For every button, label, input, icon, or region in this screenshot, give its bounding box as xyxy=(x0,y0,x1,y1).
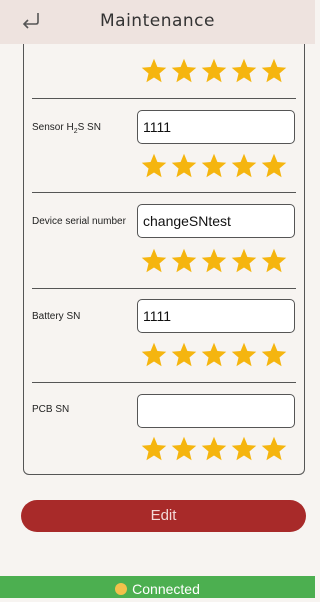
page-title: Maintenance xyxy=(100,11,215,31)
rating-stars[interactable] xyxy=(140,152,288,180)
star-icon[interactable] xyxy=(140,435,168,463)
sensor-h2s-sn-input[interactable]: 1111 xyxy=(137,110,295,144)
battery-sn-label: Battery SN xyxy=(32,311,81,322)
smiley-icon xyxy=(115,583,128,595)
star-icon[interactable] xyxy=(230,247,258,275)
device-serial-number-input[interactable]: changeSNtest xyxy=(137,204,295,238)
star-icon[interactable] xyxy=(260,152,288,180)
star-icon[interactable] xyxy=(200,152,228,180)
divider xyxy=(32,288,296,289)
star-icon[interactable] xyxy=(230,341,258,369)
star-icon[interactable] xyxy=(200,341,228,369)
star-icon[interactable] xyxy=(170,341,198,369)
header-bar: Maintenance xyxy=(0,0,315,44)
sensor-h2s-sn-label: Sensor H2S SN xyxy=(32,122,101,135)
star-icon[interactable] xyxy=(260,57,288,85)
rating-stars[interactable] xyxy=(140,57,288,85)
star-icon[interactable] xyxy=(260,435,288,463)
star-icon[interactable] xyxy=(170,57,198,85)
pcb-sn-input[interactable] xyxy=(137,394,295,428)
device-serial-number-label: Device serial number xyxy=(32,216,126,227)
star-icon[interactable] xyxy=(170,152,198,180)
star-icon[interactable] xyxy=(140,57,168,85)
star-icon[interactable] xyxy=(170,435,198,463)
edit-button[interactable]: Edit xyxy=(21,500,306,532)
star-icon[interactable] xyxy=(260,247,288,275)
divider xyxy=(32,382,296,383)
pcb-sn-label: PCB SN xyxy=(32,404,70,415)
rating-stars[interactable] xyxy=(140,247,288,275)
status-text: Connected xyxy=(132,581,200,597)
rating-stars[interactable] xyxy=(140,341,288,369)
star-icon[interactable] xyxy=(230,152,258,180)
star-icon[interactable] xyxy=(200,435,228,463)
connection-status-bar: Connected xyxy=(0,576,315,598)
star-icon[interactable] xyxy=(230,57,258,85)
star-icon[interactable] xyxy=(200,57,228,85)
star-icon[interactable] xyxy=(260,341,288,369)
maintenance-panel: Sensor H2S SN 1111 Device serial number … xyxy=(23,30,305,475)
star-icon[interactable] xyxy=(140,341,168,369)
divider xyxy=(32,192,296,193)
star-icon[interactable] xyxy=(140,152,168,180)
battery-sn-input[interactable]: 1111 xyxy=(137,299,295,333)
star-icon[interactable] xyxy=(200,247,228,275)
divider xyxy=(32,98,296,99)
star-icon[interactable] xyxy=(170,247,198,275)
star-icon[interactable] xyxy=(140,247,168,275)
rating-stars[interactable] xyxy=(140,435,288,463)
star-icon[interactable] xyxy=(230,435,258,463)
